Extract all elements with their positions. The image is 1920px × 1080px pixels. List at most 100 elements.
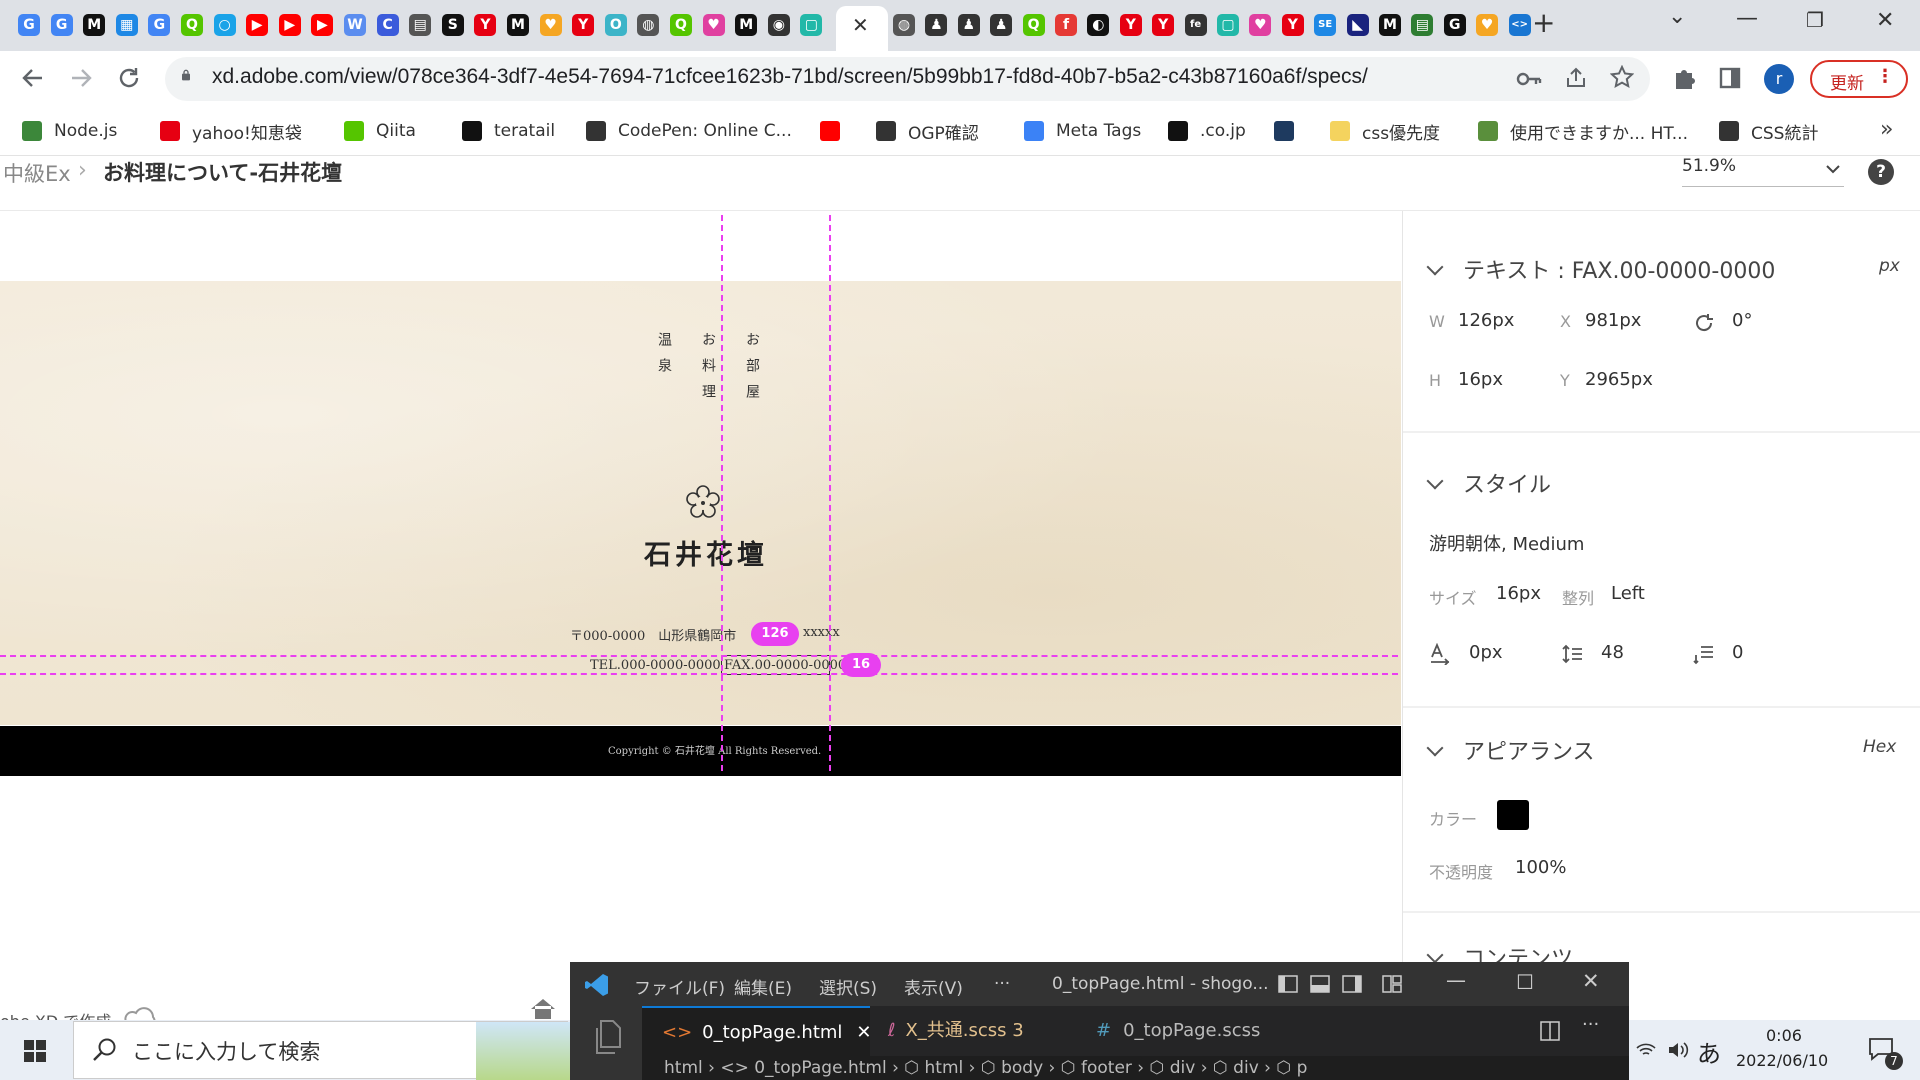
tab-favicon[interactable]: ▶ xyxy=(278,14,301,36)
close-window-button[interactable]: ✕ xyxy=(1876,8,1894,33)
tab-favicon[interactable]: C xyxy=(376,14,399,36)
tab-favicon[interactable]: ♟ xyxy=(925,14,948,36)
tab-favicon[interactable]: ◐ xyxy=(1087,14,1110,36)
tab-favicon[interactable]: Q xyxy=(1022,14,1045,36)
bookmark-item[interactable] xyxy=(1274,118,1306,144)
bookmark-item[interactable]: yahoo!知恵袋 xyxy=(160,118,302,144)
customize-layout-icon[interactable] xyxy=(1382,975,1402,993)
bookmark-item[interactable]: css優先度 xyxy=(1330,118,1440,144)
nav-vertical-rooms[interactable]: お部屋 xyxy=(742,332,762,410)
forward-arrow-icon[interactable] xyxy=(68,65,94,91)
windows-start-icon[interactable] xyxy=(23,1039,47,1063)
size-value[interactable]: 16px xyxy=(1496,583,1541,604)
bookmark-item[interactable]: Qiita xyxy=(344,118,416,144)
editor-more-actions-icon[interactable]: ··· xyxy=(1582,1014,1599,1035)
vscode-maximize-button[interactable]: ☐ xyxy=(1516,970,1534,994)
home-icon[interactable] xyxy=(528,996,558,1022)
postal-address[interactable]: 〒000-0000 山形県鶴岡市 xyxy=(570,625,736,644)
tab-favicon[interactable]: Y xyxy=(1119,14,1142,36)
flower-logo-icon[interactable] xyxy=(686,485,720,519)
tab-favicon[interactable]: ▶ xyxy=(246,14,269,36)
tab-favicon[interactable]: Y xyxy=(1152,14,1175,36)
tab-favicon[interactable]: ▢ xyxy=(1217,14,1239,36)
tab-favicon[interactable]: Y xyxy=(572,14,595,36)
tab-favicon[interactable]: G xyxy=(1443,14,1466,36)
unit-toggle[interactable]: px xyxy=(1879,256,1900,276)
bookmark-item[interactable]: 使用できますか... HT... xyxy=(1478,118,1688,144)
rotation-value[interactable]: 0° xyxy=(1732,310,1752,331)
close-tab-icon[interactable]: ✕ xyxy=(852,12,869,38)
tab-favicon[interactable]: ♟ xyxy=(957,14,980,36)
tab-favicon[interactable]: Y xyxy=(474,14,497,36)
tab-favicon[interactable]: G xyxy=(148,14,171,36)
bookmarks-overflow-icon[interactable]: » xyxy=(1880,117,1893,142)
section-style-header[interactable]: スタイル xyxy=(1426,467,1551,499)
reload-icon[interactable] xyxy=(116,65,142,91)
close-tab-icon[interactable]: ✕ xyxy=(856,1022,871,1043)
letter-spacing-value[interactable]: 0px xyxy=(1469,642,1503,663)
bookmark-star-icon[interactable] xyxy=(1610,65,1634,89)
minimize-window-button[interactable]: — xyxy=(1736,6,1758,31)
volume-icon[interactable] xyxy=(1667,1040,1689,1060)
tab-favicon[interactable]: M xyxy=(507,14,529,36)
back-arrow-icon[interactable] xyxy=(20,65,46,91)
menu-selection[interactable]: 選択(S) xyxy=(819,974,877,999)
align-value[interactable]: Left xyxy=(1611,583,1645,604)
x-value[interactable]: 981px xyxy=(1585,310,1641,331)
menu-edit[interactable]: 編集(E) xyxy=(734,974,792,999)
toggle-sidebar-icon[interactable] xyxy=(1278,975,1298,993)
opacity-value[interactable]: 100% xyxy=(1515,857,1566,878)
tab-favicon[interactable]: ◉ xyxy=(767,14,790,36)
tab-favicon[interactable]: ♥ xyxy=(702,14,725,36)
tab-favicon[interactable]: M xyxy=(83,14,106,36)
paragraph-spacing-value[interactable]: 0 xyxy=(1732,642,1743,663)
y-value[interactable]: 2965px xyxy=(1585,369,1653,390)
bookmark-item[interactable] xyxy=(820,118,852,144)
vscode-breadcrumb[interactable]: html › <> 0_topPage.html › ⬡ html › ⬡ bo… xyxy=(664,1058,1307,1078)
tab-favicon[interactable]: f xyxy=(1055,14,1077,36)
tab-favicon[interactable]: W xyxy=(344,14,366,36)
tel-number[interactable]: TEL.000-0000-0000 xyxy=(590,658,721,673)
tab-favicon[interactable]: ▶ xyxy=(311,14,334,36)
update-chrome-button[interactable]: 更新 ⋮ xyxy=(1810,60,1908,98)
bookmark-item[interactable]: Meta Tags xyxy=(1024,118,1141,144)
tab-favicon[interactable]: ♟ xyxy=(990,14,1013,36)
tab-favicon[interactable]: ▤ xyxy=(1411,14,1434,36)
clock-date[interactable]: 2022/06/10 xyxy=(1736,1051,1828,1070)
editor-tab-topPage-scss[interactable]: #0_topPage.scss xyxy=(1074,1006,1284,1056)
key-icon[interactable] xyxy=(1516,69,1542,89)
share-icon[interactable] xyxy=(1564,66,1588,90)
bookmark-item[interactable]: .co.jp xyxy=(1168,118,1246,144)
split-editor-icon[interactable] xyxy=(1540,1021,1560,1041)
menu-view[interactable]: 表示(V) xyxy=(904,974,963,999)
extensions-puzzle-icon[interactable] xyxy=(1672,65,1698,91)
menu-file[interactable]: ファイル(F) xyxy=(634,974,725,999)
tab-favicon[interactable]: M xyxy=(735,14,758,36)
tab-favicon[interactable]: ♥ xyxy=(539,14,562,36)
tab-favicon[interactable]: ▦ xyxy=(115,14,138,36)
toggle-secondary-sidebar-icon[interactable] xyxy=(1342,975,1362,993)
help-icon[interactable]: ? xyxy=(1868,159,1894,185)
tab-favicon[interactable]: Q xyxy=(181,14,203,36)
bookmark-item[interactable]: teratail xyxy=(462,118,555,144)
section-appearance-header[interactable]: アピアランス xyxy=(1426,734,1595,766)
tab-favicon[interactable]: G xyxy=(18,14,40,36)
tab-favicon[interactable]: G xyxy=(50,14,73,36)
new-tab-button[interactable]: + xyxy=(1532,6,1555,39)
toggle-panel-icon[interactable] xyxy=(1310,975,1330,993)
bookmark-item[interactable]: CodePen: Online C... xyxy=(586,118,792,144)
vscode-window[interactable]: ファイル(F) 編集(E) 選択(S) 表示(V) ··· 0_topPage.… xyxy=(570,962,1629,1080)
tab-favicon[interactable]: S xyxy=(441,14,464,36)
bookmark-item[interactable]: CSS統計 xyxy=(1719,118,1818,144)
ime-indicator[interactable]: あ xyxy=(1697,1034,1721,1069)
vscode-close-button[interactable]: ✕ xyxy=(1582,969,1600,993)
restore-window-button[interactable]: ❐ xyxy=(1806,8,1824,32)
section-text-header[interactable]: テキスト : FAX.00-0000-0000 xyxy=(1426,253,1775,285)
color-format-toggle[interactable]: Hex xyxy=(1863,737,1896,757)
line-height-value[interactable]: 48 xyxy=(1601,642,1624,663)
lock-icon[interactable] xyxy=(180,69,192,81)
menu-more[interactable]: ··· xyxy=(994,974,1010,994)
profile-avatar[interactable]: r xyxy=(1764,64,1794,94)
tab-favicon[interactable]: M xyxy=(1379,14,1401,36)
height-value[interactable]: 16px xyxy=(1458,369,1503,390)
